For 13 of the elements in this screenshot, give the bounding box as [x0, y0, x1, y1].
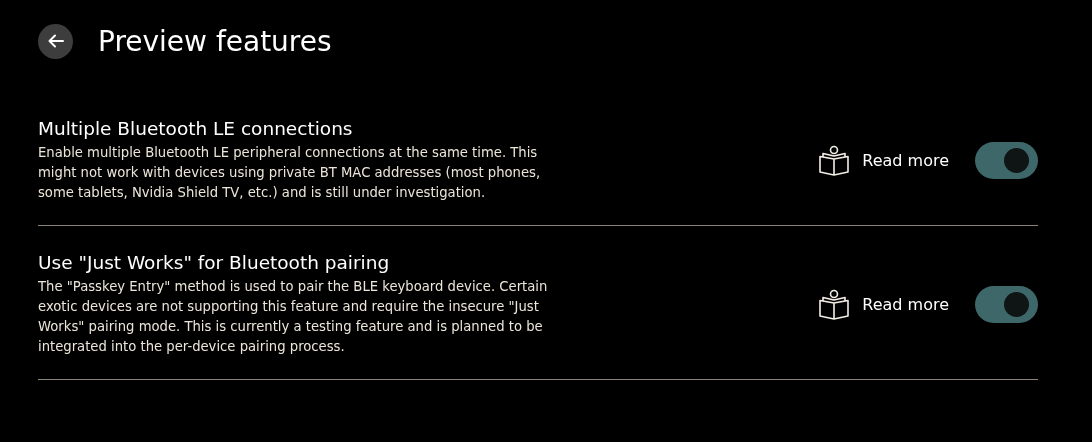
feature-description: Enable multiple Bluetooth LE peripheral connections at the same time. This might not work with devices using private BT MAC addresses (most phones, some tablets, Nvidia Shield TV, etc.) and is still under investigation. — [38, 144, 542, 202]
toggle-switch[interactable] — [975, 142, 1038, 179]
back-button[interactable] — [38, 23, 73, 59]
book-reader-icon — [818, 288, 851, 321]
book-reader-icon — [818, 144, 851, 177]
read-more-link[interactable]: Read more — [818, 144, 949, 177]
feature-title: Multiple Bluetooth LE connections — [38, 118, 354, 139]
read-more-link[interactable]: Read more — [818, 288, 949, 321]
back-arrow-icon — [47, 34, 64, 48]
toggle-switch[interactable] — [975, 286, 1038, 323]
page-title: Preview features — [98, 24, 332, 58]
feature-description: The "Passkey Entry" method is used to pair the BLE keyboard device. Certain exotic devices are not supporting this feature and require the insecure "Just Works" pairing mode. This is currently a testing feature and is planned to be integrated into the per-device pairing process. — [38, 278, 549, 356]
feature-title: Use "Just Works" for Bluetooth pairing — [38, 252, 391, 273]
